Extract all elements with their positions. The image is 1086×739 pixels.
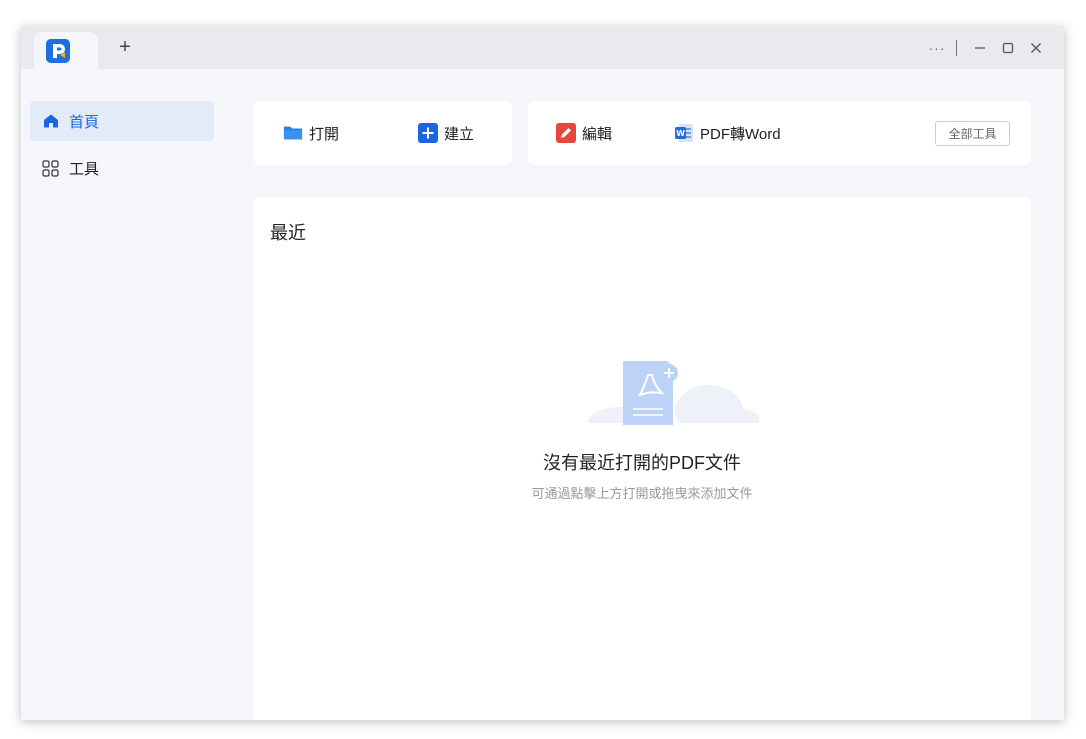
- word-icon: W: [674, 123, 694, 143]
- app-window: + ··· 首頁 工具 打開 建立 編輯 W PDF轉Word 全部工具 最近 …: [21, 26, 1064, 720]
- edit-button[interactable]: 編輯: [556, 101, 612, 165]
- sidebar-item-label: 首頁: [69, 113, 100, 131]
- recent-title: 最近: [270, 223, 306, 243]
- window-controls: ···: [926, 38, 1050, 58]
- open-label: 打開: [309, 125, 340, 143]
- svg-text:W: W: [676, 129, 685, 138]
- empty-state-title: 沒有最近打開的PDF文件: [543, 453, 741, 473]
- pdf-to-word-label: PDF轉Word: [700, 125, 781, 143]
- plus-square-icon: [418, 123, 438, 143]
- maximize-button[interactable]: [994, 38, 1022, 58]
- minimize-button[interactable]: [966, 38, 994, 58]
- sidebar: 首頁 工具: [21, 69, 222, 720]
- edit-label: 編輯: [582, 125, 613, 143]
- pdf-to-word-button[interactable]: W PDF轉Word: [674, 101, 781, 165]
- new-tab-button[interactable]: +: [115, 37, 135, 57]
- grid-icon: [42, 159, 59, 177]
- folder-icon: [283, 123, 303, 143]
- home-icon: [42, 113, 59, 130]
- more-button[interactable]: ···: [926, 40, 948, 56]
- sidebar-item-tools[interactable]: 工具: [30, 148, 214, 188]
- recent-panel: 最近 沒有最近打開的PDF文件 可通過點擊上方打開或拖曳來添加文件: [254, 197, 1031, 720]
- quick-actions-card: 打開 建立: [254, 101, 512, 165]
- minimize-icon: [975, 47, 985, 49]
- close-icon: [1031, 43, 1041, 53]
- title-bar: + ···: [21, 26, 1064, 69]
- maximize-icon: [1002, 42, 1014, 54]
- all-tools-button[interactable]: 全部工具: [935, 121, 1010, 146]
- sidebar-item-label: 工具: [69, 160, 100, 178]
- edit-icon: [556, 123, 576, 143]
- app-logo-icon: [46, 39, 70, 63]
- open-button[interactable]: 打開: [283, 101, 339, 165]
- home-tab[interactable]: [34, 32, 98, 69]
- empty-state-subtitle: 可通過點擊上方打開或拖曳來添加文件: [531, 486, 753, 501]
- sidebar-item-home[interactable]: 首頁: [30, 101, 214, 141]
- close-button[interactable]: [1022, 38, 1050, 58]
- divider: [956, 40, 957, 56]
- empty-state-illustration: [559, 361, 763, 443]
- create-button[interactable]: 建立: [418, 101, 474, 165]
- tools-card: 編輯 W PDF轉Word 全部工具: [528, 101, 1031, 165]
- create-label: 建立: [444, 125, 475, 143]
